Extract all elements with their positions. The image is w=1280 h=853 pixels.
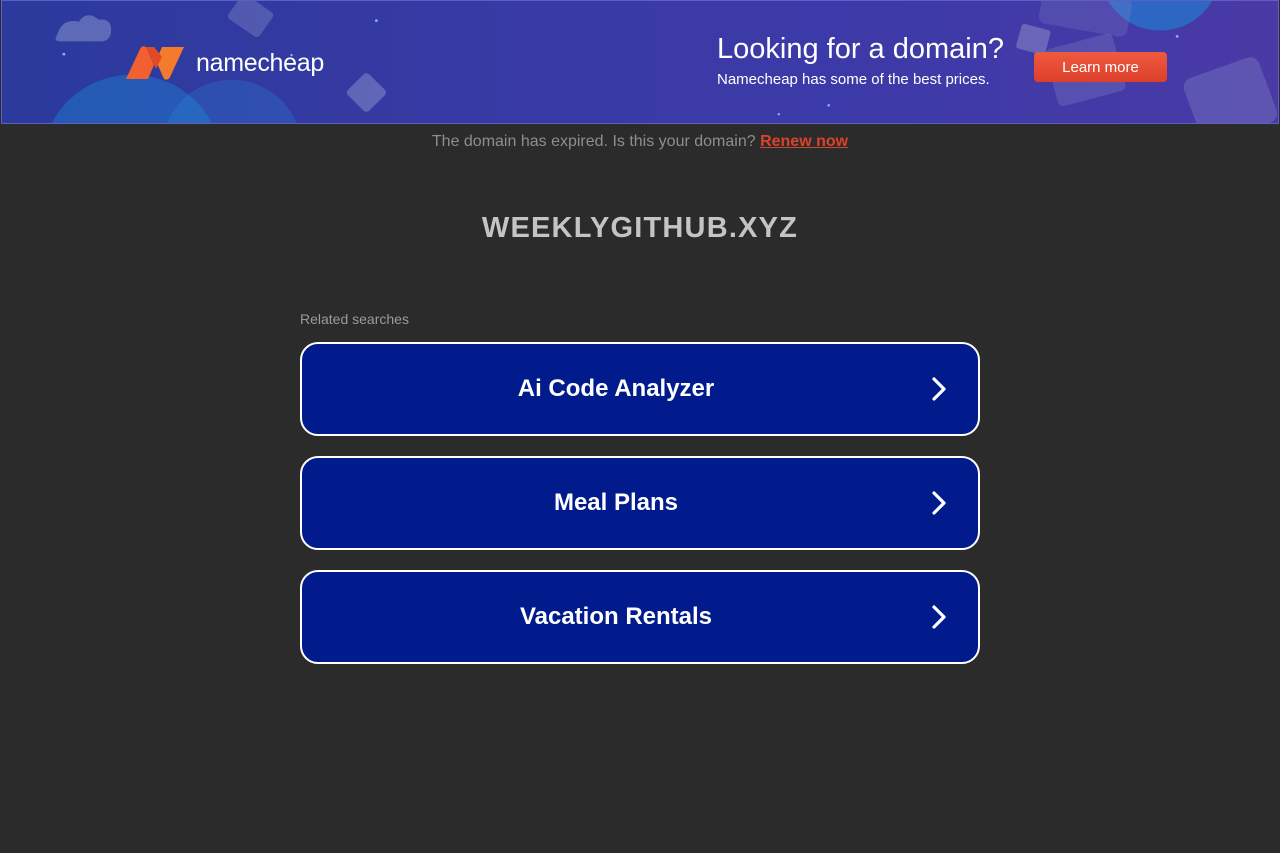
related-search-item[interactable]: Meal Plans [300, 456, 980, 550]
related-search-item[interactable]: Vacation Rentals [300, 570, 980, 664]
expired-notice: The domain has expired. Is this your dom… [0, 133, 1280, 151]
learn-more-button[interactable]: Learn more [1034, 52, 1167, 82]
related-search-label: Meal Plans [553, 489, 679, 516]
renew-now-link[interactable]: Renew now [760, 133, 848, 150]
related-search-item[interactable]: Ai Code Analyzer [300, 342, 980, 436]
domain-title: WEEKLYGITHUB.XYZ [481, 212, 799, 244]
related-searches-list: Ai Code Analyzer Meal Plans Vacation Ren… [300, 342, 980, 664]
chevron-right-icon [932, 377, 946, 401]
promo-subtitle: Namecheap has some of the best prices. [717, 71, 990, 88]
chevron-right-icon [932, 491, 946, 515]
brand-name: namecheap [196, 48, 324, 77]
promo-title: Looking for a domain? [717, 33, 1004, 65]
related-search-label: Ai Code Analyzer [517, 375, 715, 402]
expired-notice-text: The domain has expired. Is this your dom… [431, 133, 756, 150]
related-searches-heading: Related searches [300, 311, 409, 327]
promo-banner[interactable]: namecheap Looking for a domain? Namechea… [1, 0, 1279, 124]
related-search-label: Vacation Rentals [519, 603, 713, 630]
namecheap-logo-icon [126, 46, 184, 80]
chevron-right-icon [932, 605, 946, 629]
namecheap-logo[interactable]: namecheap [123, 45, 324, 81]
